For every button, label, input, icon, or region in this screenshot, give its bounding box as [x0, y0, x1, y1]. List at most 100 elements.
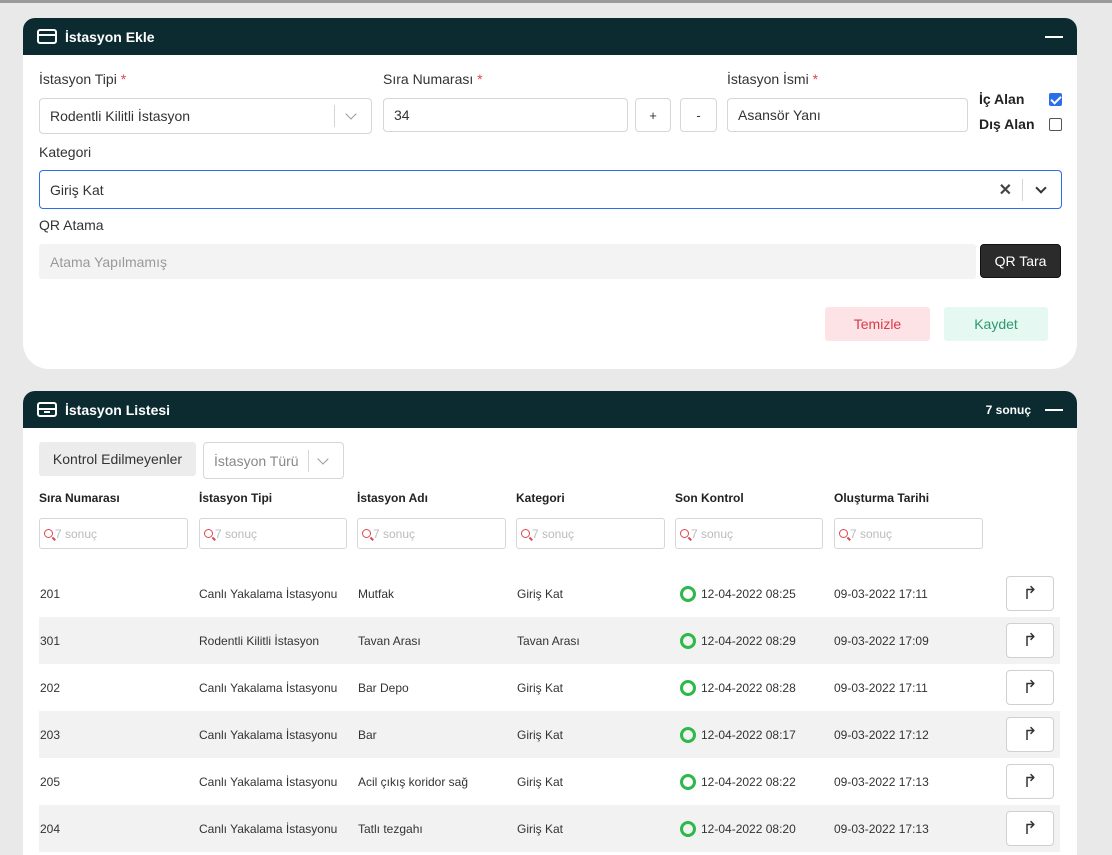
cell-order: 205	[40, 774, 61, 789]
status-ok-icon	[680, 679, 696, 696]
indoor-label: İç Alan	[979, 91, 1025, 107]
table-row: 205 Canlı Yakalama İstasyonu Acil çıkış …	[39, 758, 1060, 805]
result-count: 7 sonuç	[985, 402, 1031, 417]
search-icon	[521, 529, 530, 538]
order-number-label: Sıra Numarası *	[383, 71, 483, 87]
chevron-down-icon[interactable]	[1035, 181, 1047, 194]
collapse-icon[interactable]	[1045, 408, 1063, 411]
clear-button[interactable]: Temizle	[825, 307, 930, 341]
cell-category: Giriş Kat	[517, 821, 564, 836]
cell-order: 204	[40, 821, 61, 836]
station-list-panel: İstasyon Listesi 7 sonuç Kontrol Edilmey…	[23, 391, 1077, 855]
collapse-icon[interactable]	[1045, 35, 1063, 38]
cell-last-check: 12-04-2022 08:25	[680, 570, 796, 617]
station-list-header: İstasyon Listesi 7 sonuç	[23, 391, 1077, 428]
row-action-button[interactable]: ↱	[1006, 717, 1054, 752]
cell-last-check: 12-04-2022 08:17	[680, 711, 796, 758]
search-input-order[interactable]: 7 sonuç	[39, 518, 188, 549]
cell-type: Canlı Yakalama İstasyonu	[199, 821, 338, 836]
order-number-input[interactable]: 34	[383, 98, 628, 132]
column-header-type[interactable]: İstasyon Tipi	[199, 491, 272, 505]
cell-last-check: 12-04-2022 08:29	[680, 617, 796, 664]
cell-type: Canlı Yakalama İstasyonu	[199, 586, 338, 601]
cell-category: Giriş Kat	[517, 680, 564, 695]
station-add-title: İstasyon Ekle	[65, 28, 155, 45]
station-add-panel: İstasyon Ekle İstasyon Tipi * Rodentli K…	[23, 18, 1077, 369]
search-input-last-check[interactable]: 7 sonuç	[675, 518, 823, 549]
unchecked-filter-button[interactable]: Kontrol Edilmeyenler	[39, 442, 196, 476]
save-button[interactable]: Kaydet	[944, 307, 1048, 341]
share-arrow-icon: ↱	[1022, 771, 1038, 791]
cell-name: Bar	[358, 727, 377, 742]
cell-created: 09-03-2022 17:09	[834, 633, 929, 648]
table-row: 204 Canlı Yakalama İstasyonu Tatlı tezga…	[39, 805, 1060, 852]
chevron-down-icon	[345, 108, 357, 120]
row-action-button[interactable]: ↱	[1006, 623, 1054, 658]
row-action-button[interactable]: ↱	[1006, 764, 1054, 799]
cell-created: 09-03-2022 17:11	[834, 680, 928, 695]
cell-created: 09-03-2022 17:13	[834, 821, 929, 836]
search-icon	[362, 529, 371, 538]
search-icon	[839, 529, 848, 538]
cell-name: Bar Depo	[358, 680, 409, 695]
search-input-category[interactable]: 7 sonuç	[516, 518, 665, 549]
cell-category: Giriş Kat	[517, 727, 564, 742]
status-ok-icon	[680, 820, 696, 837]
station-list-title: İstasyon Listesi	[65, 401, 171, 418]
cell-name: Tatlı tezgahı	[358, 821, 423, 836]
share-arrow-icon: ↱	[1022, 724, 1038, 744]
cell-order: 203	[40, 727, 61, 742]
cell-type: Canlı Yakalama İstasyonu	[199, 680, 338, 695]
cell-order: 201	[40, 586, 61, 601]
cell-name: Tavan Arası	[358, 633, 421, 648]
qr-scan-button[interactable]: QR Tara	[980, 244, 1061, 278]
cell-category: Giriş Kat	[517, 586, 564, 601]
search-input-name[interactable]: 7 sonuç	[357, 518, 506, 549]
column-header-last-check[interactable]: Son Kontrol	[675, 491, 744, 505]
row-action-button[interactable]: ↱	[1006, 670, 1054, 705]
column-header-name[interactable]: İstasyon Adı	[357, 491, 428, 505]
column-header-order[interactable]: Sıra Numarası	[39, 491, 120, 505]
cell-order: 301	[40, 633, 61, 648]
station-type-label: İstasyon Tipi *	[39, 71, 127, 87]
search-icon	[680, 529, 689, 538]
cell-last-check: 12-04-2022 08:20	[680, 805, 796, 852]
cell-type: Rodentli Kilitli İstasyon	[199, 633, 320, 648]
qr-assignment-field: Atama Yapılmamış	[39, 244, 976, 279]
row-action-button[interactable]: ↱	[1006, 576, 1054, 611]
station-add-header: İstasyon Ekle	[23, 18, 1077, 55]
category-select[interactable]: Giriş Kat ✕	[39, 170, 1062, 209]
search-icon	[44, 529, 53, 538]
cell-order: 202	[40, 680, 61, 695]
cell-category: Tavan Arası	[517, 633, 580, 648]
station-type-select[interactable]: Rodentli Kilitli İstasyon	[39, 98, 372, 134]
station-name-input[interactable]: Asansör Yanı	[727, 98, 968, 132]
station-type-value: Rodentli Kilitli İstasyon	[50, 108, 191, 124]
row-action-button[interactable]: ↱	[1006, 811, 1054, 846]
cell-created: 09-03-2022 17:11	[834, 586, 928, 601]
search-input-type[interactable]: 7 sonuç	[199, 518, 347, 549]
status-ok-icon	[680, 632, 696, 649]
decrement-button[interactable]: -	[680, 98, 717, 132]
station-type-filter[interactable]: İstasyon Türü	[203, 442, 344, 479]
outdoor-label: Dış Alan	[979, 116, 1035, 132]
search-icon	[204, 529, 213, 538]
cell-category: Giriş Kat	[517, 774, 564, 789]
indoor-checkbox[interactable]	[1049, 93, 1062, 106]
column-header-category[interactable]: Kategori	[516, 491, 565, 505]
category-value: Giriş Kat	[50, 181, 104, 198]
table-row: 203 Canlı Yakalama İstasyonu Bar Giriş K…	[39, 711, 1060, 758]
station-name-label: İstasyon İsmi *	[727, 71, 819, 87]
status-ok-icon	[680, 773, 696, 790]
search-input-created[interactable]: 7 sonuç	[834, 518, 983, 549]
chevron-down-icon	[317, 452, 329, 465]
column-header-created[interactable]: Oluşturma Tarihi	[834, 491, 929, 505]
table-row: 301 Rodentli Kilitli İstasyon Tavan Aras…	[39, 617, 1060, 664]
card-icon	[37, 29, 57, 44]
increment-button[interactable]: +	[635, 98, 671, 132]
cell-name: Mutfak	[358, 586, 395, 601]
clear-icon[interactable]: ✕	[999, 180, 1012, 200]
cell-created: 09-03-2022 17:13	[834, 774, 929, 789]
outdoor-checkbox[interactable]	[1049, 118, 1062, 131]
cell-created: 09-03-2022 17:12	[834, 727, 929, 742]
